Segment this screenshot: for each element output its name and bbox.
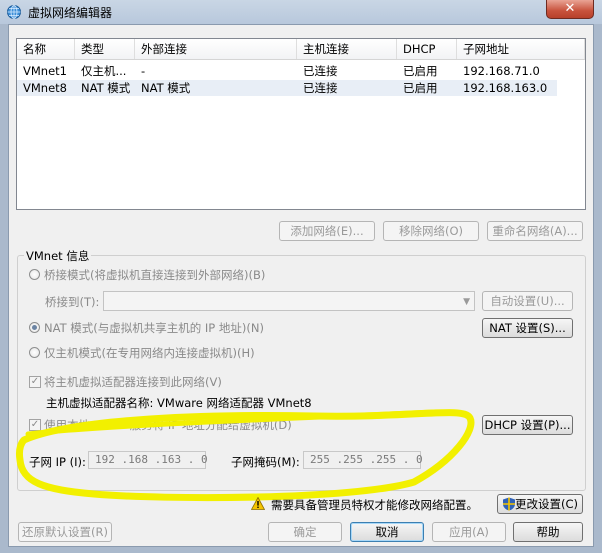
network-globe-icon [7, 5, 21, 19]
bridge-mode-radio[interactable] [29, 269, 40, 280]
column-header-type[interactable]: 类型 [75, 39, 135, 59]
cell-dhcp: 已启用 [403, 64, 438, 78]
column-header-host[interactable]: 主机连接 [297, 39, 397, 59]
nat-settings-button[interactable]: NAT 设置(S)... [482, 318, 573, 338]
connect-adapter-label[interactable]: 将主机虚拟适配器连接到此网络(V) [44, 374, 222, 390]
subnet-mask-field[interactable]: 255 .255 .255 . 0 [303, 451, 423, 469]
column-header-dhcp[interactable]: DHCP [397, 39, 457, 59]
bridge-mode-label[interactable]: 桥接模式(将虚拟机直接连接到外部网络)(B) [44, 267, 265, 283]
use-dhcp-checkbox[interactable]: ✓ [29, 419, 41, 431]
cell-name: VMnet8 [23, 81, 67, 95]
subnet-ip-field[interactable]: 192 .168 .163 . 0 [88, 451, 208, 469]
change-settings-label: 更改设置(C) [514, 497, 578, 511]
host-only-radio[interactable] [29, 347, 40, 358]
column-header-name[interactable]: 名称 [17, 39, 75, 59]
cell-dhcp: 已启用 [403, 81, 438, 95]
cell-name: VMnet1 [23, 64, 67, 78]
column-header-subnet[interactable]: 子网地址 [457, 39, 585, 59]
subnet-ip-label: 子网 IP (I): [29, 455, 86, 469]
change-settings-button[interactable]: 更改设置(C) [497, 494, 583, 514]
apply-button[interactable]: 应用(A) [432, 522, 506, 542]
close-button[interactable]: ✕ [546, 0, 594, 19]
help-button[interactable]: 帮助 [513, 522, 583, 542]
cell-subnet: 192.168.71.0 [463, 64, 540, 78]
add-network-button[interactable]: 添加网络(E)... [279, 221, 375, 241]
cancel-button[interactable]: 取消 [350, 522, 424, 542]
subnet-mask-label: 子网掩码(M): [231, 455, 300, 469]
vmnet-info-title: VMnet 信息 [24, 248, 92, 264]
table-row[interactable]: VMnet8 NAT 模式 NAT 模式 已连接 已启用 192.168.163… [17, 80, 557, 96]
cell-type: 仅主机... [81, 64, 127, 78]
table-row[interactable]: VMnet1 仅主机... - 已连接 已启用 192.168.71.0 [17, 63, 557, 79]
bridge-to-label: 桥接到(T): [45, 295, 100, 309]
uac-shield-icon [503, 497, 515, 511]
nat-mode-label[interactable]: NAT 模式(与虚拟机共享主机的 IP 地址)(N) [44, 320, 264, 336]
column-header-external[interactable]: 外部连接 [135, 39, 297, 59]
cell-host: 已连接 [303, 64, 338, 78]
chevron-down-icon: ▼ [463, 297, 470, 307]
table-header: 名称 类型 外部连接 主机连接 DHCP 子网地址 [17, 39, 585, 60]
ok-button[interactable]: 确定 [268, 522, 342, 542]
adapter-name-text: 主机虚拟适配器名称: VMware 网络适配器 VMnet8 [46, 396, 312, 410]
cell-subnet: 192.168.163.0 [463, 81, 548, 95]
dhcp-settings-button[interactable]: DHCP 设置(P)... [482, 415, 573, 435]
cell-external: - [141, 64, 146, 78]
cell-host: 已连接 [303, 81, 338, 95]
host-only-label[interactable]: 仅主机模式(在专用网络内连接虚拟机)(H) [44, 345, 255, 361]
restore-defaults-button[interactable]: 还原默认设置(R) [18, 522, 112, 542]
auto-settings-button[interactable]: 自动设置(U)... [482, 291, 573, 311]
window-title: 虚拟网络编辑器 [28, 6, 113, 20]
remove-network-button[interactable]: 移除网络(O) [383, 221, 479, 241]
warning-icon [251, 497, 265, 510]
connect-adapter-checkbox[interactable]: ✓ [29, 376, 41, 388]
admin-notice-text: 需要具备管理员特权才能修改网络配置。 [271, 498, 478, 512]
use-dhcp-label[interactable]: 使用本地 DHCP 服务将 IP 地址分配给虚拟机(D) [44, 417, 292, 433]
rename-network-button[interactable]: 重命名网络(A)... [487, 221, 583, 241]
bridge-to-select[interactable]: ▼ [103, 291, 475, 311]
nat-mode-radio[interactable] [29, 322, 40, 333]
cell-external: NAT 模式 [141, 81, 191, 95]
cell-type: NAT 模式 [81, 81, 131, 95]
